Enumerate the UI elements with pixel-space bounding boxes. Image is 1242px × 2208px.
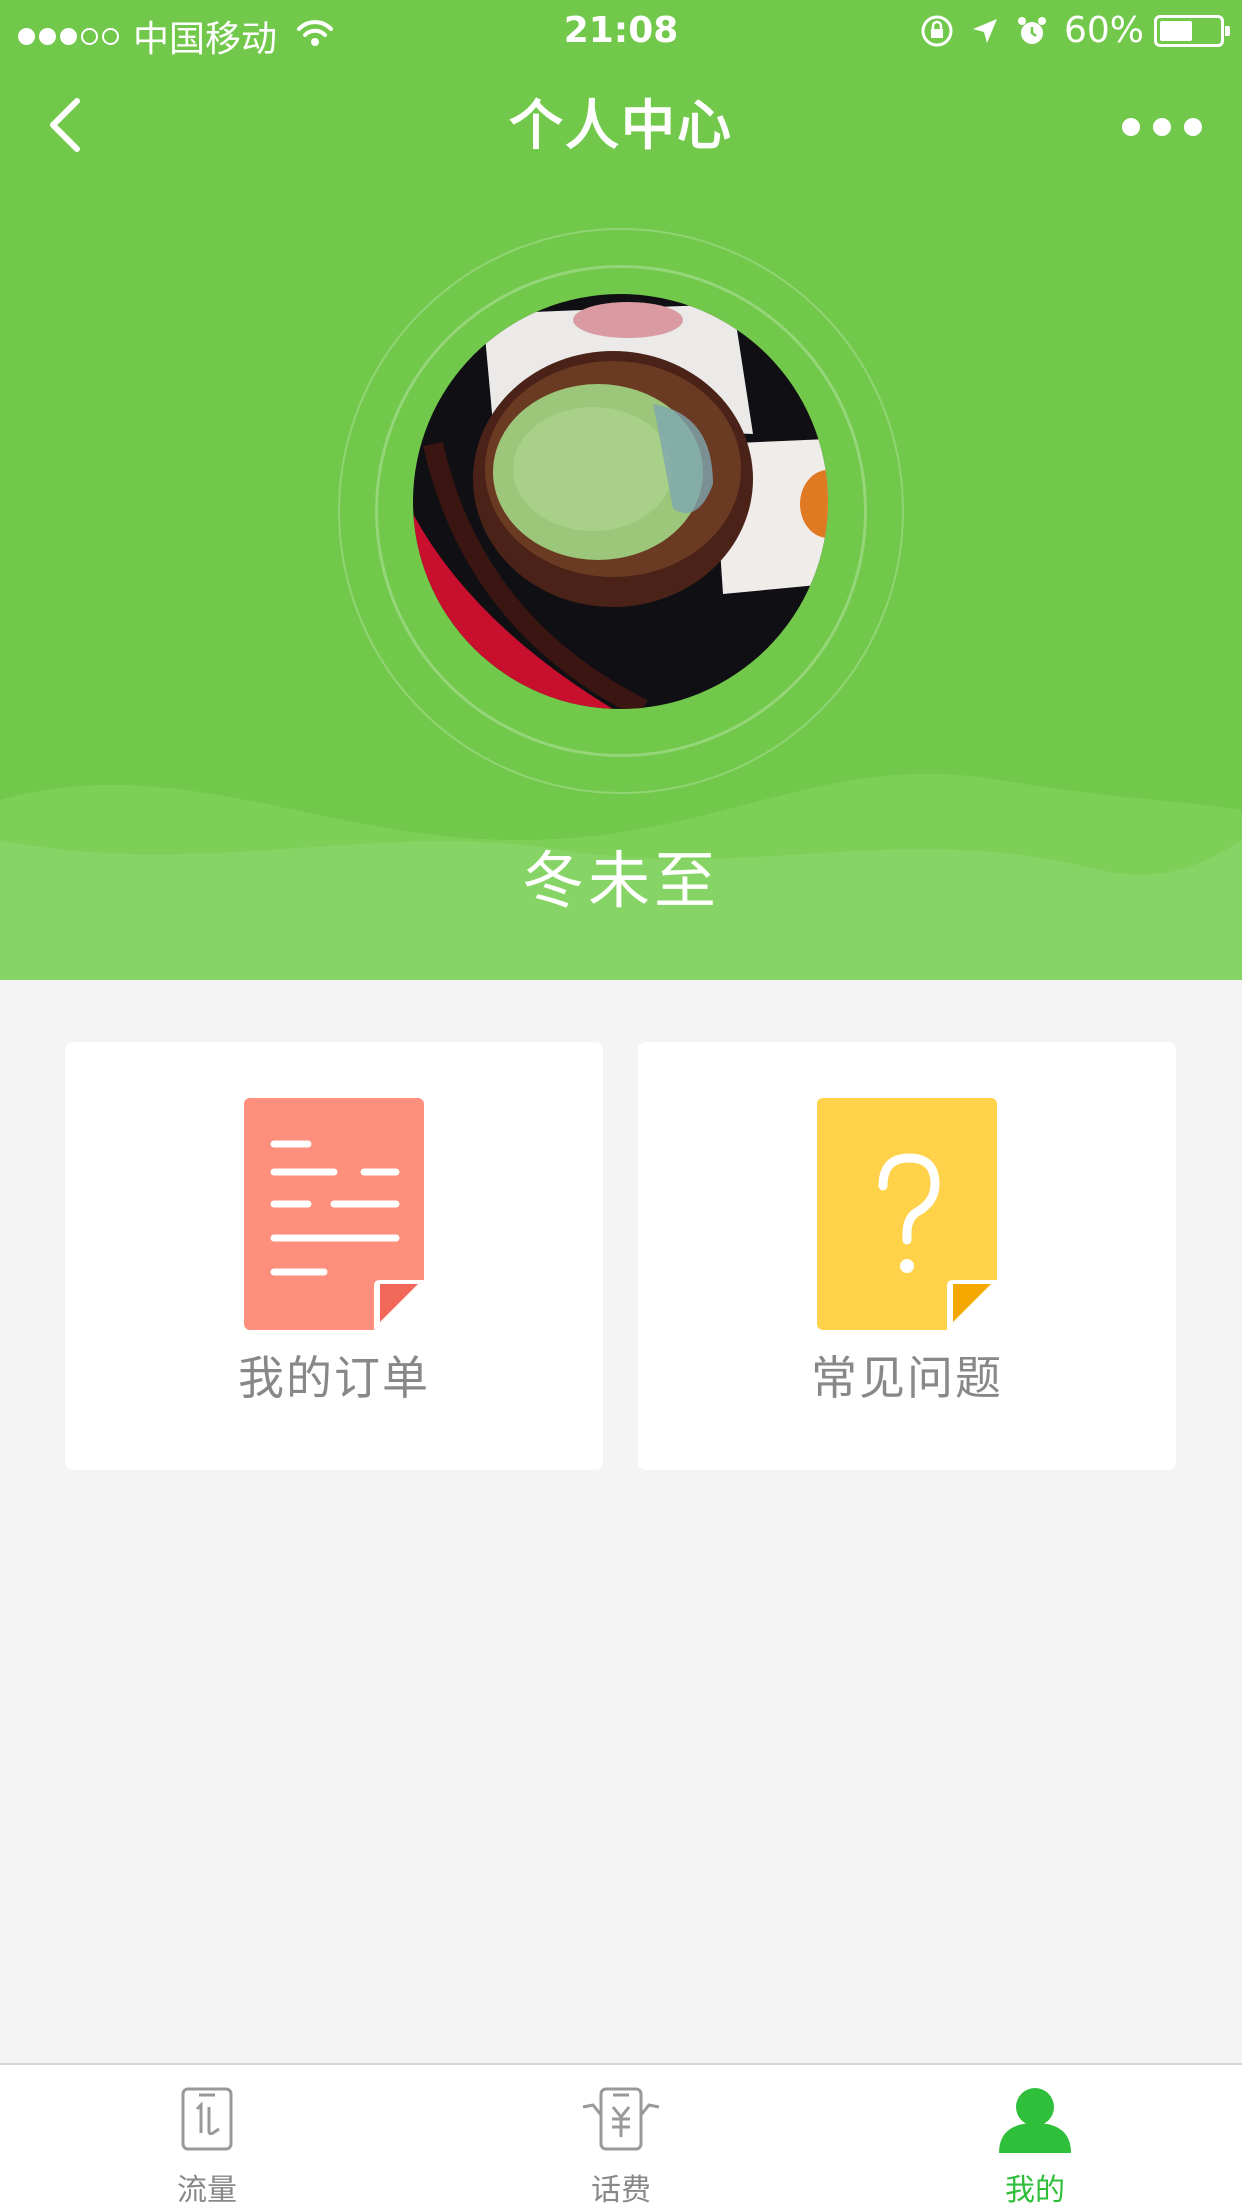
back-button[interactable]: [30, 90, 100, 160]
chevron-left-icon: [50, 98, 80, 152]
tab-label-data-traffic: 流量: [177, 2173, 237, 2208]
tab-bar: 流量 话费 我的: [0, 2063, 1242, 2208]
tab-mine[interactable]: 我的: [828, 2065, 1242, 2208]
avatar[interactable]: [413, 294, 828, 709]
alarm-icon: [1016, 15, 1048, 47]
data-traffic-icon: [181, 2087, 233, 2151]
more-options-button[interactable]: [1122, 102, 1202, 152]
tab-label-phone-bill: 话费: [591, 2173, 651, 2208]
profile-header: 中国移动 21:08 60% 个人中心 冬未至: [0, 0, 1242, 980]
battery-icon: [1154, 14, 1230, 47]
faq-label: 常见问题: [811, 1351, 1003, 1405]
avatar-photo: [413, 294, 828, 709]
more-dots-icon: [1122, 118, 1140, 136]
location-arrow-icon: [970, 16, 1000, 46]
username: 冬未至: [521, 844, 720, 917]
user-icon: [999, 2088, 1071, 2153]
navigation-bar: 个人中心: [0, 62, 1242, 190]
document-list-icon: [244, 1098, 424, 1330]
question-document-icon: [817, 1098, 997, 1330]
battery-percentage: 60%: [1063, 10, 1144, 51]
orientation-lock-icon: [920, 14, 954, 48]
my-orders-card[interactable]: 我的订单: [65, 1042, 603, 1470]
faq-card[interactable]: 常见问题: [638, 1042, 1176, 1470]
tab-data-traffic[interactable]: 流量: [0, 2065, 414, 2208]
phone-bill-icon: [582, 2087, 660, 2151]
page-title: 个人中心: [509, 94, 733, 157]
my-orders-label: 我的订单: [238, 1351, 430, 1405]
status-bar: 中国移动 21:08 60%: [0, 0, 1242, 62]
tab-label-mine: 我的: [1005, 2173, 1065, 2208]
tab-phone-bill[interactable]: 话费: [414, 2065, 828, 2208]
